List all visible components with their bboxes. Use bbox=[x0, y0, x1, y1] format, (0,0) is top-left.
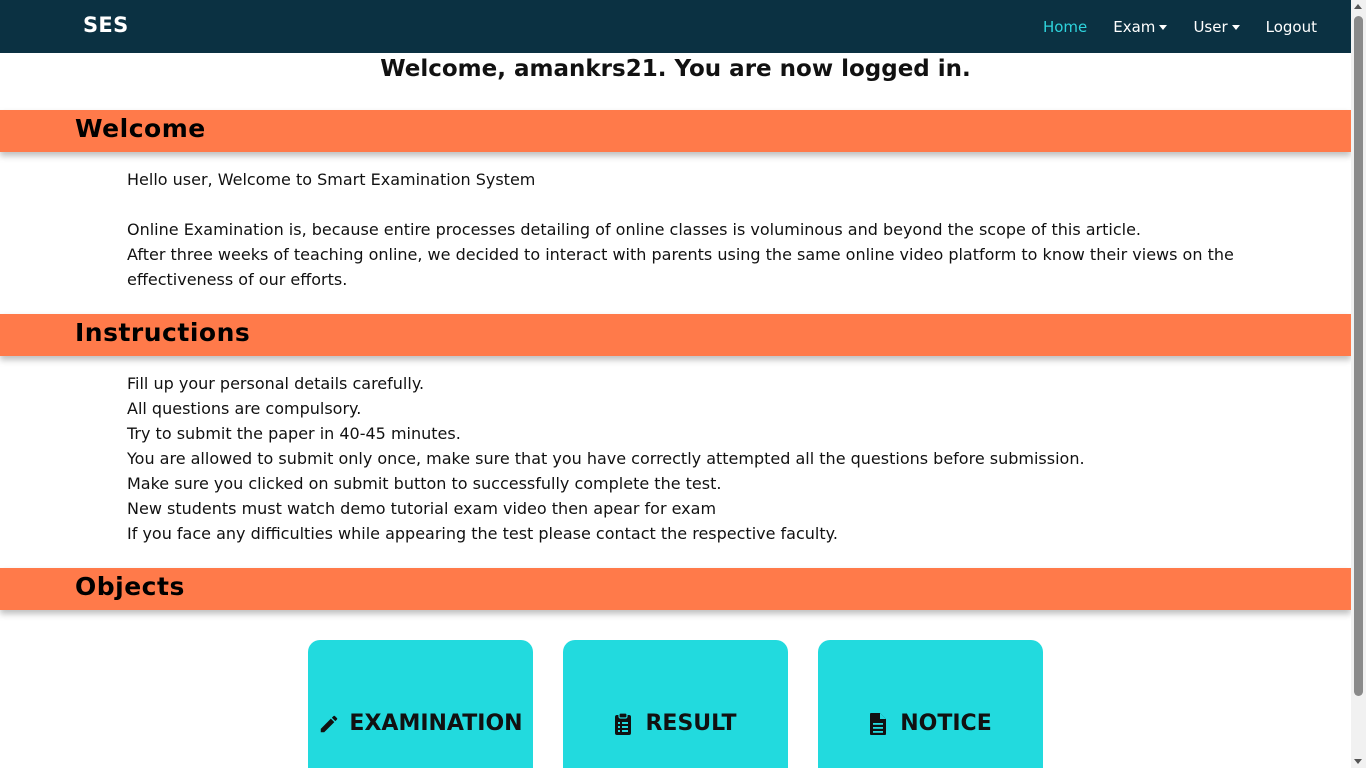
nav-dropdown-exam[interactable]: Exam bbox=[1113, 17, 1168, 36]
nav-link-home[interactable]: Home bbox=[1043, 18, 1087, 36]
card-label: RESULT bbox=[645, 711, 737, 736]
notice-card[interactable]: NOTICE bbox=[818, 640, 1043, 768]
instruction-item: Make sure you clicked on submit button t… bbox=[127, 474, 722, 493]
card-content: RESULT bbox=[614, 711, 737, 736]
instruction-item: You are allowed to submit only once, mak… bbox=[127, 449, 1085, 468]
card-label: NOTICE bbox=[900, 711, 992, 736]
section-header-welcome: Welcome bbox=[0, 110, 1351, 152]
scroll-down-arrow-icon[interactable] bbox=[1354, 759, 1362, 764]
nav-links: Home Exam User Logout bbox=[1043, 0, 1317, 53]
welcome-section-body: Hello user, Welcome to Smart Examination… bbox=[127, 167, 1237, 292]
result-card[interactable]: RESULT bbox=[563, 640, 788, 768]
instruction-item: All questions are compulsory. bbox=[127, 399, 362, 418]
card-content: NOTICE bbox=[869, 711, 992, 736]
section-title: Objects bbox=[75, 572, 185, 601]
nav-link-label: Logout bbox=[1265, 17, 1317, 36]
clipboard-list-icon bbox=[614, 711, 636, 736]
nav-link-logout[interactable]: Logout bbox=[1266, 18, 1317, 36]
card-label: EXAMINATION bbox=[349, 711, 523, 736]
pencil-icon bbox=[318, 712, 340, 736]
nav-link-label: User bbox=[1193, 17, 1228, 36]
nav-link-label: Exam bbox=[1113, 17, 1156, 36]
caret-down-icon bbox=[1231, 24, 1240, 30]
vertical-scrollbar[interactable] bbox=[1351, 0, 1366, 768]
nav-dropdown-user[interactable]: User bbox=[1193, 17, 1240, 36]
instruction-item: Fill up your personal details carefully. bbox=[127, 374, 425, 393]
instructions-list: Fill up your personal details carefully.… bbox=[127, 371, 1237, 546]
examination-card[interactable]: EXAMINATION bbox=[308, 640, 533, 768]
card-content: EXAMINATION bbox=[318, 711, 523, 736]
section-header-objects: Objects bbox=[0, 568, 1351, 610]
instruction-item: Try to submit the paper in 40-45 minutes… bbox=[127, 424, 461, 443]
instruction-item: New students must watch demo tutorial ex… bbox=[127, 499, 717, 518]
welcome-text-line: Hello user, Welcome to Smart Examination… bbox=[127, 170, 536, 189]
nav-link-label: Home bbox=[1042, 17, 1088, 36]
brand-logo[interactable]: SES bbox=[83, 13, 129, 37]
scrollbar-thumb[interactable] bbox=[1354, 16, 1363, 696]
section-title: Welcome bbox=[75, 114, 206, 143]
section-title: Instructions bbox=[75, 318, 251, 347]
section-header-instructions: Instructions bbox=[0, 314, 1351, 356]
file-text-icon bbox=[869, 712, 891, 736]
page: SES Home Exam User Logout Welcome, amank… bbox=[0, 0, 1351, 768]
instruction-item: If you face any difficulties while appea… bbox=[127, 524, 838, 543]
welcome-text-line: Online Examination is, because entire pr… bbox=[127, 220, 1142, 239]
scroll-up-arrow-icon[interactable] bbox=[1354, 4, 1362, 9]
welcome-message: Welcome, amankrs21. You are now logged i… bbox=[380, 56, 971, 82]
navbar: SES Home Exam User Logout bbox=[0, 0, 1351, 53]
welcome-text-line: After three weeks of teaching online, we… bbox=[127, 245, 1234, 289]
caret-down-icon bbox=[1159, 24, 1168, 30]
